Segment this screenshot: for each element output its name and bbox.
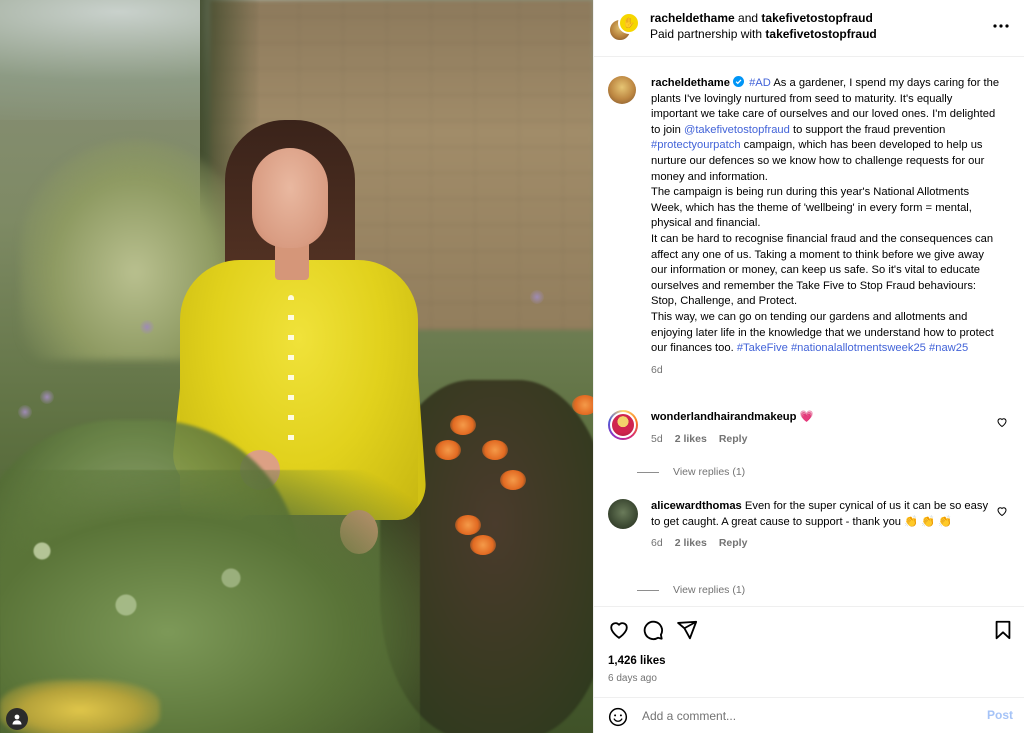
photo-face — [252, 148, 328, 248]
comment-likes[interactable]: 2 likes — [675, 536, 707, 552]
header-text: racheldethame and takefivetostopfraud Pa… — [650, 10, 877, 42]
photo-lavender — [40, 390, 54, 404]
photo-flower — [450, 415, 476, 435]
photo-lavender — [18, 405, 32, 419]
photo-lavender — [530, 290, 544, 304]
caption-username[interactable]: racheldethame — [651, 77, 730, 89]
comment-text: 💗 — [799, 411, 814, 423]
replies-divider — [637, 589, 659, 591]
avatar[interactable] — [608, 410, 638, 440]
emoji-icon[interactable] — [608, 707, 628, 727]
reply-button[interactable]: Reply — [719, 432, 748, 448]
header-username[interactable]: racheldethame — [650, 11, 735, 25]
verified-badge-icon — [732, 76, 744, 87]
view-replies-button[interactable]: View replies (1) — [637, 466, 745, 478]
post-actions: 1,426 likes 6 days ago — [594, 606, 1024, 696]
header-collaborator[interactable]: takefivetostopfraud — [761, 11, 872, 25]
photo-flower — [482, 440, 508, 460]
caption-body: racheldethame #AD As a gardener, I spend… — [651, 76, 1001, 378]
avatar-image — [610, 412, 636, 438]
photo-shirt-buttons — [288, 295, 294, 455]
view-replies-label: View replies (1) — [673, 584, 746, 596]
partnership-label: Paid partnership with — [650, 27, 763, 41]
like-heart-icon[interactable] — [608, 619, 630, 641]
likes-count[interactable]: 1,426 likes — [608, 655, 666, 667]
caption-paragraph: The campaign is being run during this ye… — [651, 186, 972, 230]
heart-icon[interactable] — [996, 416, 1008, 428]
caption-hashtag[interactable]: #nationalallotmentsweek25 — [791, 342, 926, 354]
comments-section[interactable]: racheldethame #AD As a gardener, I spend… — [594, 58, 1024, 606]
save-bookmark-icon[interactable] — [992, 619, 1014, 641]
avatar[interactable] — [608, 499, 638, 529]
view-replies-label: View replies (1) — [673, 466, 746, 478]
share-paper-plane-icon[interactable] — [676, 619, 698, 641]
comment-composer: Post — [594, 697, 1024, 733]
header-joiner: and — [738, 11, 759, 25]
comment-meta: 6d 2 likes Reply — [651, 536, 991, 552]
caption-ad-tag[interactable]: #AD — [749, 77, 771, 89]
caption-timestamp[interactable]: 6d — [651, 363, 1001, 379]
avatar[interactable] — [608, 76, 636, 104]
user-icon — [12, 714, 22, 725]
caption-text: to support the fraud prevention — [792, 123, 946, 136]
partner-avatar[interactable]: ✋ — [618, 12, 640, 34]
replies-divider — [637, 471, 659, 473]
caption-paragraph: This way, we can go on tending our garde… — [651, 310, 1001, 357]
comment-bubble-icon[interactable] — [642, 619, 664, 641]
comment-input[interactable] — [642, 706, 972, 726]
more-horizontal-icon — [993, 24, 1009, 28]
caption-hashtag[interactable]: #naw25 — [929, 342, 968, 354]
comment-body: alicewardthomas Even for the super cynic… — [651, 499, 991, 552]
comment-username[interactable]: wonderlandhairandmakeup — [651, 411, 796, 423]
post-side-panel: ✋ racheldethame and takefivetostopfraud … — [593, 0, 1024, 733]
post-header: ✋ racheldethame and takefivetostopfraud … — [594, 0, 1024, 57]
photo-flower — [500, 470, 526, 490]
comment-meta: 5d 2 likes Reply — [651, 432, 991, 448]
caption-paragraph: It can be hard to recognise financial fr… — [651, 232, 994, 308]
photo-flower — [435, 440, 461, 460]
comment-likes[interactable]: 2 likes — [675, 432, 707, 448]
photo-lavender — [140, 320, 154, 334]
caption-mention[interactable]: @takefivetostopfraud — [684, 124, 790, 136]
photo-flower — [455, 515, 481, 535]
photo-flower — [572, 395, 593, 415]
comment-age[interactable]: 5d — [651, 432, 663, 448]
more-options-button[interactable] — [991, 16, 1011, 36]
comment-body: wonderlandhairandmakeup 💗 5d 2 likes Rep… — [651, 410, 991, 447]
photo-flower — [470, 535, 496, 555]
caption-hashtag[interactable]: #protectyourpatch — [651, 139, 741, 151]
collab-avatars[interactable]: ✋ — [608, 12, 640, 44]
comment-username[interactable]: alicewardthomas — [651, 500, 742, 512]
post-date[interactable]: 6 days ago — [608, 673, 657, 684]
comment-age[interactable]: 6d — [651, 536, 663, 552]
post-comment-button[interactable]: Post — [987, 708, 1013, 722]
reply-button[interactable]: Reply — [719, 536, 748, 552]
partnership-partner[interactable]: takefivetostopfraud — [765, 27, 876, 41]
post-image[interactable] — [0, 0, 593, 733]
tagged-users-button[interactable] — [6, 708, 28, 730]
view-replies-button[interactable]: View replies (1) — [637, 584, 745, 596]
caption-hashtag[interactable]: #TakeFive — [737, 342, 788, 354]
heart-icon[interactable] — [996, 505, 1008, 517]
